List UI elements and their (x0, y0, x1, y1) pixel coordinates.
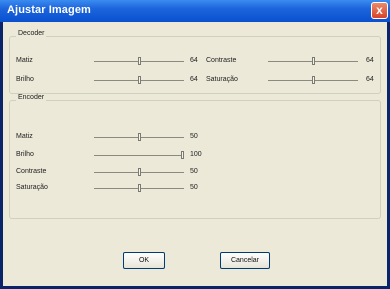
encoder-saturation-label: Saturação (16, 184, 48, 191)
encoder-group-label: Encoder (16, 94, 47, 101)
decoder-saturation-label: Saturação (206, 76, 238, 83)
decoder-brightness-value: 64 (190, 76, 198, 83)
slider-track (94, 155, 184, 156)
decoder-hue-label: Matiz (16, 57, 33, 64)
encoder-brightness-value: 100 (190, 151, 202, 158)
decoder-hue-slider[interactable] (94, 57, 184, 65)
encoder-hue-slider[interactable] (94, 133, 184, 141)
close-icon: x (376, 3, 383, 17)
encoder-contrast-slider[interactable] (94, 168, 184, 176)
close-button[interactable]: x (371, 2, 388, 19)
slider-thumb[interactable] (138, 76, 141, 84)
decoder-contrast-slider[interactable] (268, 57, 358, 65)
ok-button[interactable]: OK (123, 252, 165, 269)
dialog-title: Ajustar Imagem (7, 4, 91, 16)
encoder-saturation-slider[interactable] (94, 184, 184, 192)
decoder-brightness-slider[interactable] (94, 76, 184, 84)
slider-thumb[interactable] (312, 57, 315, 65)
slider-thumb[interactable] (138, 133, 141, 141)
encoder-brightness-label: Brilho (16, 151, 34, 158)
slider-thumb[interactable] (312, 76, 315, 84)
cancel-button[interactable]: Cancelar (220, 252, 270, 269)
slider-thumb[interactable] (181, 151, 184, 159)
dialog-window: Ajustar Imagem x Decoder Matiz 64 Brilho… (0, 0, 390, 289)
decoder-group: Decoder Matiz 64 Brilho 64 Contraste 64 … (9, 30, 381, 94)
title-bar[interactable]: Ajustar Imagem x (0, 0, 390, 22)
decoder-hue-value: 64 (190, 57, 198, 64)
slider-thumb[interactable] (138, 184, 141, 192)
encoder-hue-value: 50 (190, 133, 198, 140)
dialog-body: Decoder Matiz 64 Brilho 64 Contraste 64 … (3, 22, 387, 286)
decoder-saturation-value: 64 (366, 76, 374, 83)
decoder-contrast-label: Contraste (206, 57, 237, 64)
encoder-contrast-value: 50 (190, 168, 198, 175)
decoder-contrast-value: 64 (366, 57, 374, 64)
encoder-group: Encoder Matiz 50 Brilho 100 Contraste 50… (9, 94, 381, 219)
slider-thumb[interactable] (138, 57, 141, 65)
encoder-brightness-slider[interactable] (94, 151, 184, 159)
slider-thumb[interactable] (138, 168, 141, 176)
decoder-saturation-slider[interactable] (268, 76, 358, 84)
decoder-group-label: Decoder (16, 30, 47, 37)
decoder-brightness-label: Brilho (16, 76, 34, 83)
encoder-hue-label: Matiz (16, 133, 33, 140)
encoder-contrast-label: Contraste (16, 168, 47, 175)
encoder-saturation-value: 50 (190, 184, 198, 191)
